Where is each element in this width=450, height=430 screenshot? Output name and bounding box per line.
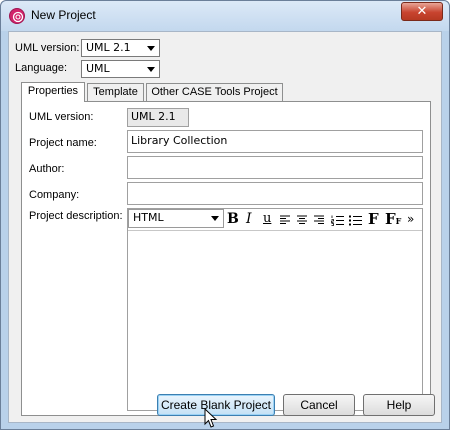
app-logo-icon — [9, 8, 25, 24]
align-center-icon[interactable] — [297, 215, 308, 225]
formatting-toolbar: B I u F FF » — [227, 210, 422, 229]
uml-version-label: UML version: — [15, 42, 80, 54]
align-left-icon[interactable] — [280, 215, 291, 225]
language-select-value: UML — [86, 62, 110, 75]
tab-other-case-tools-project[interactable]: Other CASE Tools Project — [146, 83, 283, 102]
more-tools-button[interactable]: » — [407, 210, 414, 228]
author-label: Author: — [29, 163, 65, 175]
cancel-button[interactable]: Cancel — [283, 394, 355, 416]
mouse-cursor-icon — [204, 408, 218, 428]
new-project-dialog: New Project ✕ UML version: UML 2.1 Langu… — [0, 0, 450, 430]
uml-version-select[interactable]: UML 2.1 — [81, 39, 160, 57]
dialog-body: UML version: UML 2.1 Language: UML Prope… — [8, 31, 442, 423]
italic-button[interactable]: I — [246, 210, 252, 228]
close-icon: ✕ — [416, 4, 428, 19]
language-label: Language: — [15, 62, 67, 74]
project-description-label: Project description: — [29, 210, 123, 222]
description-editor: HTML B I u F FF » — [127, 208, 423, 411]
font-size-small: F — [395, 216, 402, 226]
company-field[interactable] — [127, 182, 423, 205]
align-right-icon[interactable] — [314, 215, 325, 225]
language-select[interactable]: UML — [81, 60, 160, 78]
title-bar[interactable]: New Project ✕ — [1, 1, 449, 31]
help-button[interactable]: Help — [363, 394, 435, 416]
properties-panel: UML version: UML 2.1 Project name: Libra… — [21, 101, 431, 416]
underline-button[interactable]: u — [263, 210, 271, 228]
uml-version-select-value: UML 2.1 — [86, 41, 131, 54]
format-select-value: HTML — [133, 211, 164, 224]
font-button[interactable]: F — [368, 210, 379, 228]
description-text-area[interactable] — [128, 230, 422, 410]
bold-button[interactable]: B — [227, 210, 239, 228]
chevron-down-icon — [147, 67, 155, 72]
window-title: New Project — [31, 8, 96, 22]
font-size-button[interactable]: FF — [385, 210, 401, 230]
chevron-down-icon — [147, 46, 155, 51]
close-button[interactable]: ✕ — [401, 2, 443, 21]
bullet-list-icon[interactable] — [349, 215, 362, 226]
company-label: Company: — [29, 189, 80, 201]
chevron-down-icon — [211, 216, 219, 221]
tab-properties[interactable]: Properties — [21, 82, 85, 102]
project-name-field[interactable]: Library Collection — [127, 130, 423, 153]
form-uml-version-value: UML 2.1 — [127, 108, 189, 127]
author-field[interactable] — [127, 156, 423, 179]
tab-template[interactable]: Template — [87, 83, 144, 102]
form-uml-version-label: UML version: — [29, 111, 94, 123]
project-name-label: Project name: — [29, 137, 97, 149]
format-select[interactable]: HTML — [128, 209, 224, 228]
font-size-big: F — [385, 210, 396, 228]
numbered-list-icon[interactable] — [331, 215, 344, 226]
